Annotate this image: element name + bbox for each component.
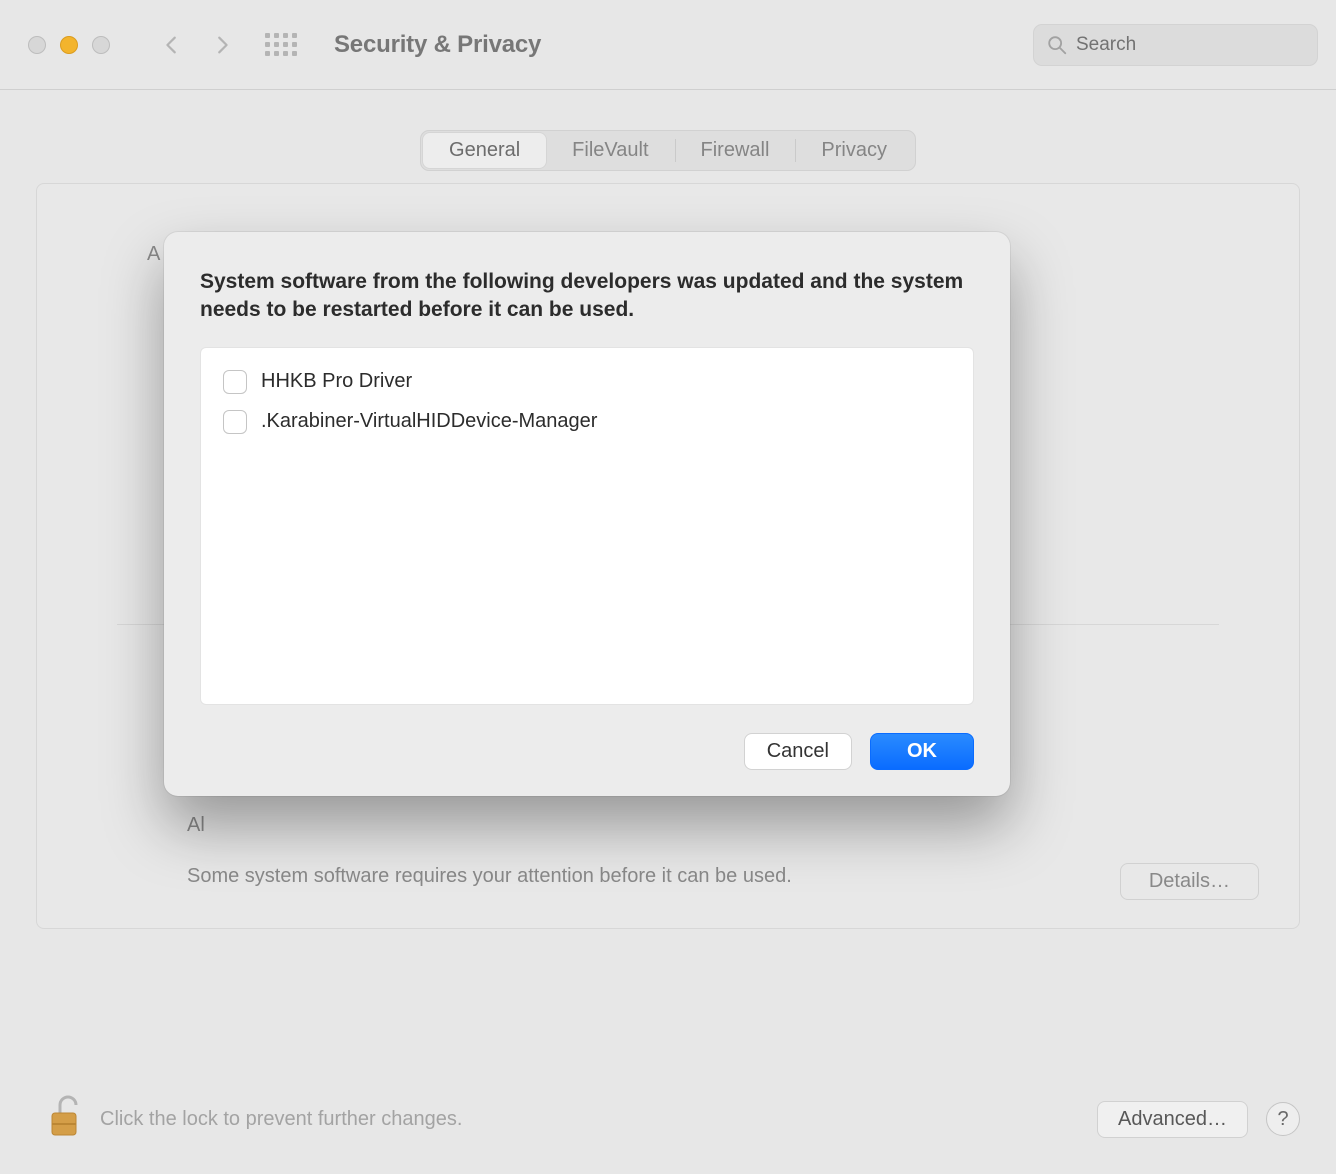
list-item: HHKB Pro Driver [219, 362, 955, 402]
developer-label: HHKB Pro Driver [261, 370, 412, 393]
developer-label: .Karabiner-VirtualHIDDevice-Manager [261, 410, 597, 433]
restart-required-dialog: System software from the following devel… [164, 232, 1010, 796]
developer-checkbox[interactable] [223, 370, 247, 394]
ok-button[interactable]: OK [870, 733, 974, 770]
dialog-developer-list: HHKB Pro Driver .Karabiner-VirtualHIDDev… [200, 347, 974, 705]
list-item: .Karabiner-VirtualHIDDevice-Manager [219, 402, 955, 442]
cancel-button[interactable]: Cancel [744, 733, 852, 770]
dialog-message: System software from the following devel… [200, 268, 974, 325]
developer-checkbox[interactable] [223, 410, 247, 434]
